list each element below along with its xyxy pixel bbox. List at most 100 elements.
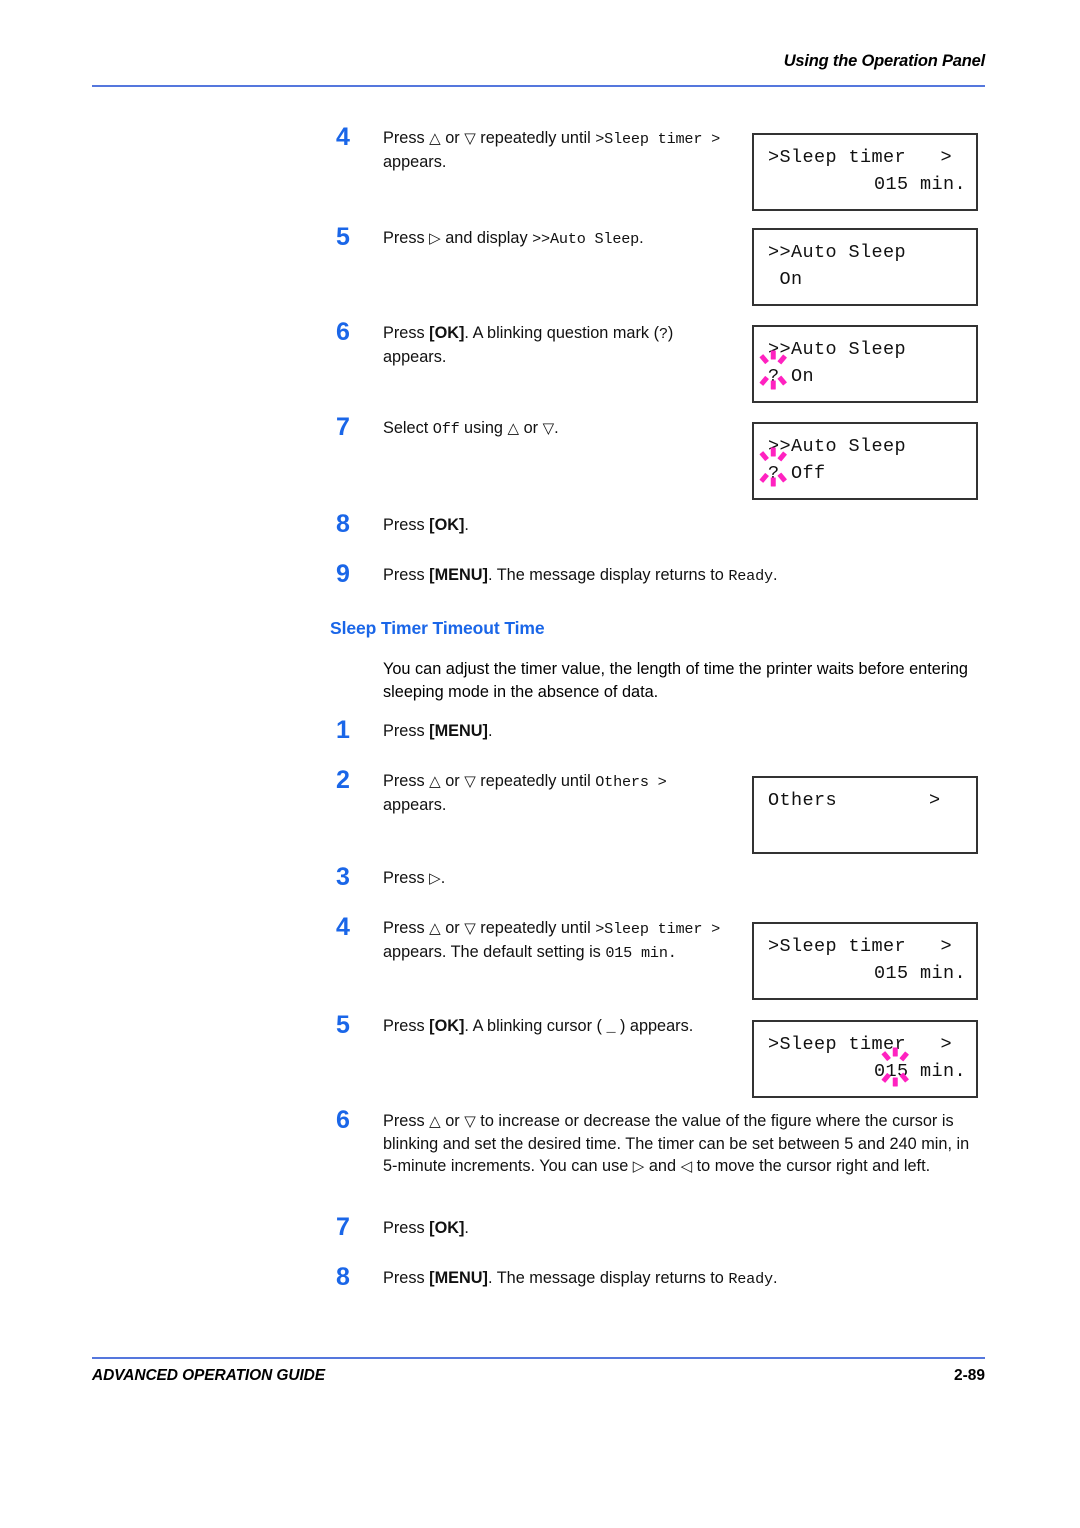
header-title: Using the Operation Panel xyxy=(783,52,985,70)
step-number: 5 xyxy=(336,1011,350,1039)
section-heading: Sleep Timer Timeout Time xyxy=(330,618,545,638)
lcd-screen: >>Auto Sleep On xyxy=(754,230,976,304)
step-description: Press ▷ and display >>Auto Sleep. xyxy=(383,227,723,251)
step-text: . xyxy=(772,1269,778,1287)
step-text: and display xyxy=(440,229,533,247)
step-text: or xyxy=(440,772,465,790)
footer-divider xyxy=(92,1357,985,1359)
arrow-key-icon: ▷ xyxy=(429,869,441,887)
step-number: 1 xyxy=(336,716,350,744)
display-literal: Ready xyxy=(728,1270,773,1288)
step-text: and xyxy=(644,1157,681,1175)
key-label: [OK] xyxy=(429,516,465,534)
step-description: Press [MENU]. The message display return… xyxy=(383,564,983,588)
display-literal: Ready xyxy=(728,567,773,585)
step-text: Press xyxy=(383,566,430,584)
key-label: [MENU] xyxy=(429,722,488,740)
step-text: . A blinking question mark ( xyxy=(464,324,659,342)
running-header: Using the Operation Panel xyxy=(92,52,985,88)
lcd-screen: >Sleep timer > 015 min. xyxy=(754,924,976,998)
key-label: [OK] xyxy=(429,1219,465,1237)
step-text: Press xyxy=(383,722,430,740)
lcd-screen: >>Auto Sleep ? On xyxy=(754,327,976,401)
step-number: 3 xyxy=(336,863,350,891)
step-description: Press [OK]. xyxy=(383,514,723,537)
display-literal: Others > xyxy=(595,773,667,791)
step-text: or xyxy=(440,919,465,937)
step-text: appears. The default setting is xyxy=(383,942,606,961)
step-text: appears. xyxy=(383,152,447,171)
arrow-key-icon: ▷ xyxy=(429,229,441,247)
step-description: Press [OK]. A blinking question mark (?)… xyxy=(383,322,728,368)
step-text: . The message display returns to xyxy=(487,1269,729,1287)
page-content: Using the Operation Panel 4 Press △ or ▽ … xyxy=(0,0,1080,1528)
step-description: Press [OK]. xyxy=(383,1217,723,1240)
lcd-message-display: >>Auto Sleep ? On xyxy=(752,325,978,403)
key-label: [OK] xyxy=(429,1017,465,1035)
lcd-message-display: >>Auto Sleep ? Off xyxy=(752,422,978,500)
display-literal: >Sleep timer > xyxy=(595,920,721,938)
display-literal: >>Auto Sleep xyxy=(532,230,640,248)
lcd-screen: >Sleep timer > 015 min. xyxy=(754,135,976,209)
step-number: 9 xyxy=(336,560,350,588)
step-text: appears. xyxy=(383,795,447,814)
step-number: 8 xyxy=(336,1263,350,1291)
step-number: 7 xyxy=(336,413,350,441)
step-text: Press xyxy=(383,919,430,937)
arrow-key-icon: △ xyxy=(429,1112,441,1130)
step-text: . xyxy=(440,869,446,887)
step-number: 5 xyxy=(336,223,350,251)
step-text: Press xyxy=(383,1269,430,1287)
lcd-message-display: Others > xyxy=(752,776,978,854)
lcd-screen: >Sleep timer > 015 min. xyxy=(754,1022,976,1096)
lcd-line-2: On xyxy=(768,269,803,290)
step-text: . xyxy=(487,722,493,740)
step-number: 4 xyxy=(336,123,350,151)
lcd-message-display: >Sleep timer > 015 min. xyxy=(752,133,978,211)
running-footer: ADVANCED OPERATION GUIDE 2-89 xyxy=(92,1367,985,1397)
step-text: or xyxy=(440,1112,465,1130)
step-number: 6 xyxy=(336,318,350,346)
footer-guide-title: ADVANCED OPERATION GUIDE xyxy=(92,1367,325,1384)
lcd-line-1: >Sleep timer > xyxy=(768,1034,953,1055)
arrow-key-icon: ▽ xyxy=(464,1112,476,1130)
step-text: . xyxy=(554,419,559,437)
step-text: ) appears. xyxy=(615,1017,694,1035)
step-description: Select Off using △ or ▽. xyxy=(383,417,723,441)
arrow-key-icon: △ xyxy=(429,919,441,937)
step-text: to move the cursor right and left. xyxy=(692,1157,931,1175)
step-description: Press △ or ▽ to increase or decrease the… xyxy=(383,1110,983,1178)
lcd-line-1: >>Auto Sleep xyxy=(768,339,907,360)
lcd-line-2: ? Off xyxy=(768,463,826,484)
step-description: Press [MENU]. xyxy=(383,720,723,743)
step-description: Press [MENU]. The message display return… xyxy=(383,1267,983,1291)
lcd-line-1: Others > xyxy=(768,790,941,811)
lcd-message-display: >Sleep timer > 015 min. xyxy=(752,922,978,1000)
lcd-line-1: >>Auto Sleep xyxy=(768,242,907,263)
step-number: 2 xyxy=(336,766,350,794)
lcd-line-2: 015 min. xyxy=(873,963,966,984)
step-number: 8 xyxy=(336,510,350,538)
step-text: Press xyxy=(383,1219,430,1237)
step-text: . xyxy=(639,229,644,247)
key-label: [MENU] xyxy=(429,566,488,584)
lcd-line-1: >>Auto Sleep xyxy=(768,436,907,457)
arrow-key-icon: ▽ xyxy=(464,129,476,147)
step-number: 4 xyxy=(336,913,350,941)
step-text: repeatedly until xyxy=(475,129,596,147)
lcd-line-2: 015 min. xyxy=(873,1061,966,1082)
arrow-key-icon: ▷ xyxy=(632,1157,645,1175)
arrow-key-icon: △ xyxy=(429,772,441,790)
step-description: Press [OK]. A blinking cursor ( _ ) appe… xyxy=(383,1015,783,1039)
step-text: Press xyxy=(383,772,430,790)
lcd-message-display: >Sleep timer > 015 min. xyxy=(752,1020,978,1098)
step-text: Press xyxy=(383,869,430,887)
step-description: Press △ or ▽ repeatedly until Others > a… xyxy=(383,770,723,816)
lcd-line-2: 015 min. xyxy=(873,174,966,195)
display-literal: Off xyxy=(432,420,460,438)
step-text: or xyxy=(519,419,543,437)
lcd-message-display: >>Auto Sleep On xyxy=(752,228,978,306)
key-label: [MENU] xyxy=(429,1269,488,1287)
step-description: Press ▷. xyxy=(383,867,723,890)
step-text: . The message display returns to xyxy=(487,566,729,584)
